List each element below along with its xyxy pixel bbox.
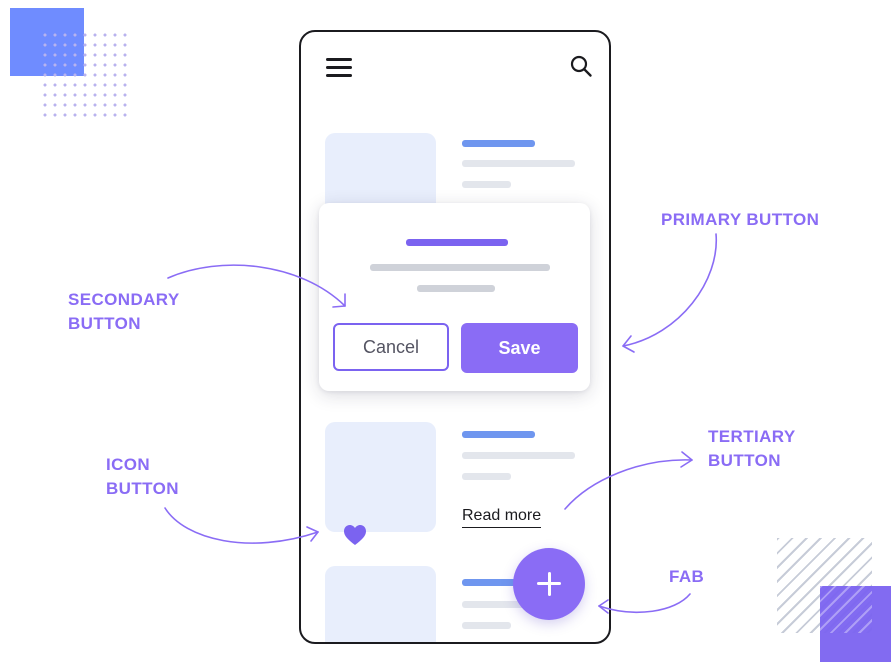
tertiary-button-annotation: TERTIARY BUTTON	[708, 425, 796, 473]
heart-icon[interactable]	[343, 524, 367, 546]
tertiary-annotation-line2: BUTTON	[708, 451, 781, 470]
card-text-placeholder	[462, 181, 511, 188]
search-icon[interactable]	[569, 54, 593, 78]
card-title-placeholder	[462, 140, 535, 147]
tertiary-annotation-line1: TERTIARY	[708, 427, 796, 446]
cancel-button[interactable]: Cancel	[333, 323, 449, 371]
card-text-placeholder	[462, 473, 511, 480]
decorative-hatch-overlay	[820, 586, 872, 633]
card-text-placeholder	[462, 622, 511, 629]
secondary-annotation-line1: SECONDARY	[68, 290, 180, 309]
dialog-title-placeholder	[406, 239, 508, 246]
card-text-placeholder	[462, 160, 575, 167]
primary-button-annotation-text: PRIMARY BUTTON	[661, 210, 820, 229]
icon-annotation-line1: ICON	[106, 455, 151, 474]
decorative-dot-grid	[40, 30, 132, 122]
confirmation-dialog: Cancel Save	[319, 203, 590, 391]
icon-button-arrow	[164, 507, 319, 544]
fab-annotation: FAB	[669, 565, 704, 589]
icon-button-annotation: ICON BUTTON	[106, 453, 179, 501]
floating-action-button[interactable]	[513, 548, 585, 620]
card-thumbnail	[325, 566, 436, 642]
fab-arrow	[598, 593, 691, 614]
plus-icon-vertical	[547, 572, 551, 596]
icon-annotation-line2: BUTTON	[106, 479, 179, 498]
save-button[interactable]: Save	[461, 323, 578, 373]
card-title-placeholder	[462, 431, 535, 438]
dialog-text-placeholder	[417, 285, 495, 292]
read-more-link[interactable]: Read more	[462, 507, 542, 528]
secondary-annotation-line2: BUTTON	[68, 314, 141, 333]
secondary-button-annotation: SECONDARY BUTTON	[68, 288, 180, 336]
primary-button-annotation: PRIMARY BUTTON	[661, 208, 819, 232]
dialog-text-placeholder	[370, 264, 550, 271]
fab-annotation-text: FAB	[669, 567, 705, 586]
hamburger-menu-icon[interactable]	[326, 58, 352, 78]
card-thumbnail	[325, 422, 436, 532]
primary-arrow	[622, 233, 717, 347]
card-text-placeholder	[462, 452, 575, 459]
